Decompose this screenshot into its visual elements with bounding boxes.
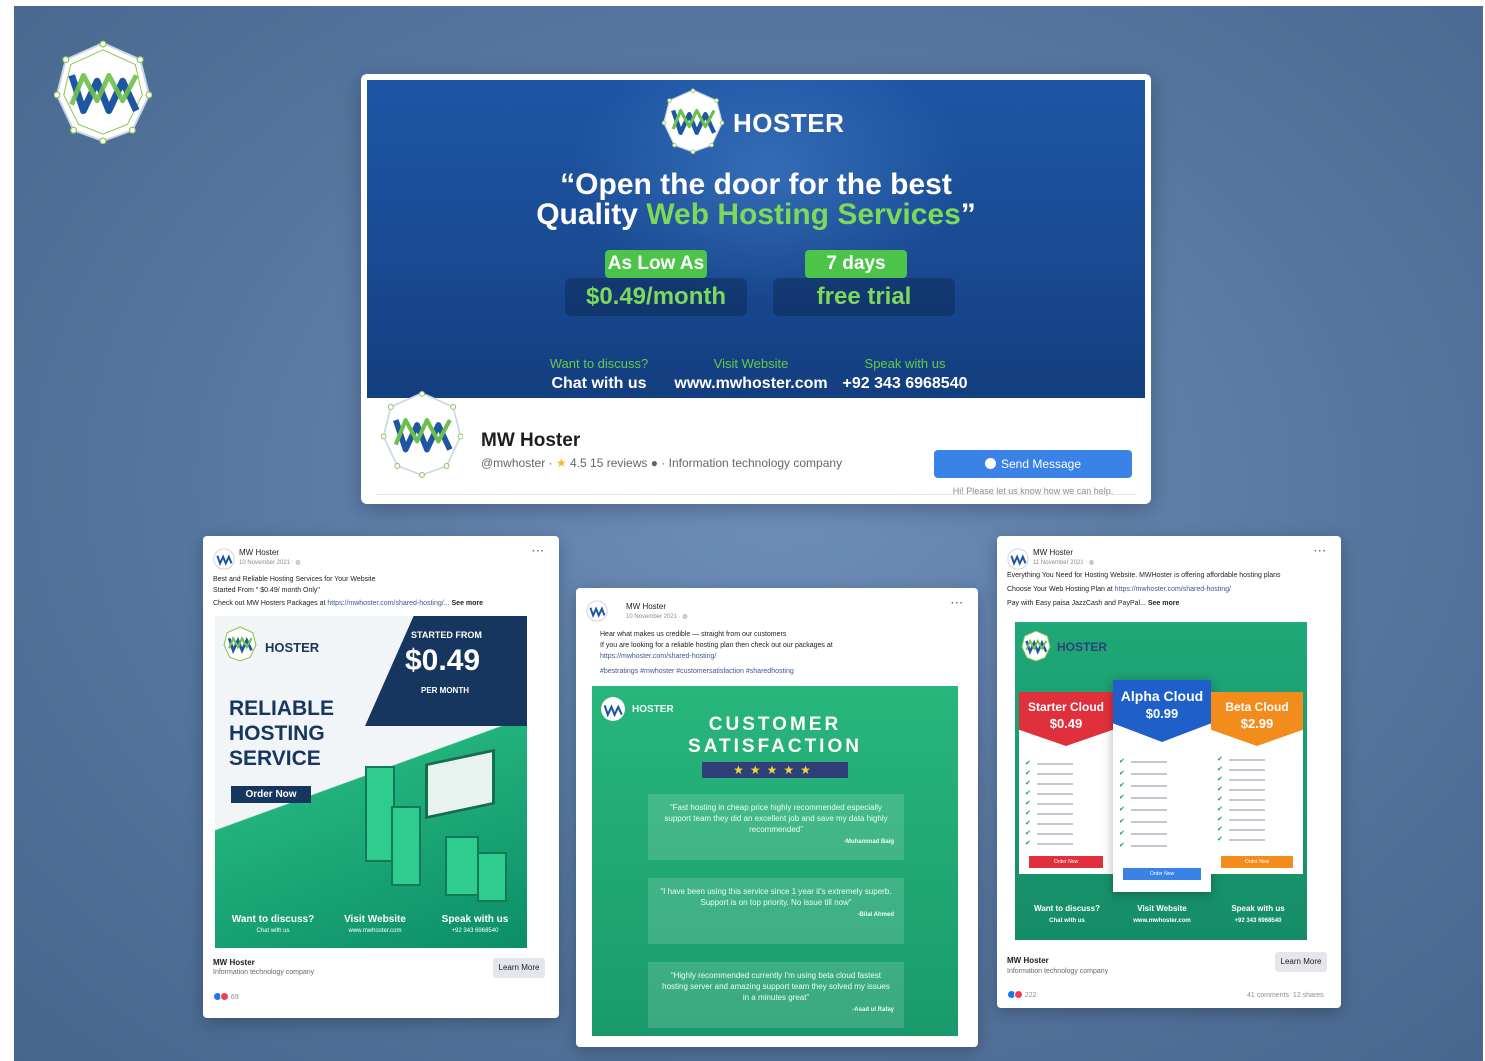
mw-logo-icon [1021, 630, 1051, 662]
post-link[interactable]: https://mwhoster.com/shared-hosting/ [1115, 586, 1231, 593]
love-icon [1014, 990, 1023, 999]
post-ad-image[interactable]: HOSTER CUSTOMER SATISFACTION ★★★★★ “Fast… [592, 686, 958, 1036]
post-text-line: Check out MW Hosters Packages at https:/… [213, 600, 484, 607]
more-options-icon[interactable]: ··· [532, 546, 545, 557]
post-date[interactable]: 10 November 2021 · ◍ [626, 613, 688, 620]
order-now-button[interactable]: Order Now [231, 786, 311, 803]
presentation-background: HOSTER “Open the door for the best Quali… [14, 6, 1483, 1061]
post-text-line: Hear what makes us credible — straight f… [600, 631, 787, 638]
footer-page-name[interactable]: MW Hoster [1007, 956, 1049, 965]
post-date[interactable]: 11 November 2021 · ◍ [1033, 559, 1094, 566]
love-icon [220, 992, 229, 1001]
post-link[interactable]: https://mwhoster.com/shared-hosting/... [327, 600, 449, 607]
post-avatar[interactable] [586, 600, 608, 622]
page-avatar[interactable] [381, 390, 463, 478]
brand-name: HOSTER [733, 108, 845, 138]
post-avatar[interactable] [1007, 548, 1029, 570]
rating-stars: ★★★★★ [702, 762, 848, 778]
page-name[interactable]: MW Hoster [481, 430, 580, 452]
comment-share-counts[interactable]: 41 comments 12 shares [1247, 992, 1324, 999]
ad-title: RELIABLE HOSTING SERVICE [229, 697, 334, 770]
server-illustration [445, 836, 479, 896]
testimonial: “I have been using this service since 1 … [648, 878, 904, 944]
contact-website: Visit Website www.mwhoster.com [674, 356, 828, 392]
plan-card-starter: Starter Cloud$0.49 Order Now [1019, 692, 1113, 874]
contact-phone: Speak with us +92 343 6968540 [842, 356, 968, 392]
more-options-icon[interactable]: ··· [951, 598, 964, 609]
learn-more-button[interactable]: Learn More [1275, 952, 1327, 972]
cover-headline: “Open the door for the best Quality Web … [536, 168, 976, 231]
star-icon: ★ [555, 456, 567, 470]
testimonial: “Highly recommended currently I'm using … [648, 962, 904, 1028]
server-illustration [391, 806, 421, 886]
see-more-link[interactable]: See more [1146, 600, 1180, 607]
footer-page-category: Information technology company [1007, 968, 1109, 975]
footer-page-category: Information technology company [213, 969, 315, 976]
contact-chat: Want to discuss? Chat with us [549, 356, 649, 392]
order-now-button[interactable]: Order Now [1029, 856, 1103, 868]
post-text-line: Best and Reliable Hosting Services for Y… [213, 576, 376, 583]
post-text-line: Pay with Easy paisa JazzCash and PayPal.… [1007, 600, 1180, 607]
testimonial: “Fast hosting in cheap price highly reco… [648, 794, 904, 860]
mw-logo-icon [223, 626, 257, 662]
post-text-line: Started From " $0.49/ month Only" [213, 587, 320, 594]
info-icon: ● [650, 456, 658, 470]
trial-value: free trial [773, 278, 955, 316]
mw-logo-icon [662, 88, 724, 154]
globe-icon: ◍ [295, 560, 301, 566]
globe-icon: ◍ [1088, 560, 1095, 566]
post-link[interactable]: https://mwhoster.com/shared-hosting/ [600, 653, 716, 660]
post-text-line: Everything You Need for Hosting Website.… [1007, 572, 1281, 579]
messenger-icon [984, 458, 996, 469]
post-card-2: MW Hoster 10 November 2021 · ◍ ··· Hear … [576, 588, 978, 1047]
cover-banner: HOSTER “Open the door for the best Quali… [367, 80, 1145, 398]
post-card-3: MW Hoster 11 November 2021 · ◍ ··· Every… [997, 536, 1341, 1008]
price-label-pill: As Low As [605, 250, 707, 278]
reactions[interactable]: 222 [1007, 990, 1037, 999]
post-ad-image[interactable]: HOSTER Starter Cloud$0.49 Order Now Alph… [1015, 622, 1307, 940]
post-date[interactable]: 10 November 2021 · ◍ [239, 559, 301, 566]
mw-logo-icon [54, 40, 152, 144]
post-card-1: MW Hoster 10 November 2021 · ◍ ··· Best … [203, 536, 559, 1018]
post-author[interactable]: MW Hoster [1033, 548, 1073, 557]
see-more-link[interactable]: See more [450, 600, 484, 607]
post-ad-image[interactable]: HOSTER STARTED FROM $0.49 PER MONTH RELI… [215, 616, 527, 948]
trial-label-pill: 7 days [805, 250, 907, 278]
order-now-button[interactable]: Order Now [1123, 868, 1201, 880]
more-options-icon[interactable]: ··· [1314, 546, 1327, 557]
globe-icon: ◍ [682, 614, 688, 620]
order-now-button[interactable]: Order Now [1221, 856, 1293, 868]
post-text-line: Choose Your Web Hosting Plan at https://… [1007, 586, 1232, 593]
post-avatar[interactable] [213, 548, 235, 570]
plan-card-beta: Beta Cloud$2.99 Order Now [1211, 692, 1303, 874]
page-meta: @mwhoster · ★ 4.5 15 reviews ● · Informa… [481, 456, 843, 470]
post-author[interactable]: MW Hoster [239, 548, 279, 557]
server-illustration [477, 852, 507, 902]
post-author[interactable]: MW Hoster [626, 602, 666, 611]
post-hashtags[interactable]: #bestratings #mwhoster #customersatisfac… [600, 668, 794, 675]
post-text-line: If you are looking for a reliable hostin… [600, 642, 833, 649]
reactions[interactable]: 69 [213, 992, 239, 1001]
footer-page-name[interactable]: MW Hoster [213, 958, 255, 967]
price-value: $0.49/month [565, 278, 747, 316]
plan-card-alpha: Alpha Cloud$0.99 Order Now [1113, 680, 1211, 892]
send-message-button[interactable]: Send Message [934, 450, 1132, 478]
facebook-page-header: HOSTER “Open the door for the best Quali… [361, 74, 1151, 504]
learn-more-button[interactable]: Learn More [493, 958, 545, 978]
